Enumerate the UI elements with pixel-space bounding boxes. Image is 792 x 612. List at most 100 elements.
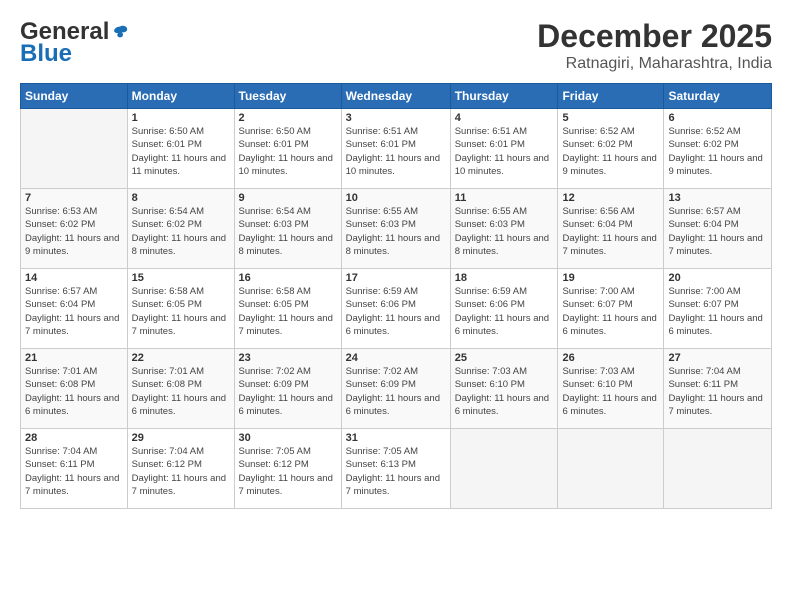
day-info: Sunrise: 6:53 AMSunset: 6:02 PMDaylight:… <box>25 205 123 258</box>
day-info: Sunrise: 6:54 AMSunset: 6:03 PMDaylight:… <box>239 205 337 258</box>
calendar-table: SundayMondayTuesdayWednesdayThursdayFrid… <box>20 83 772 509</box>
day-number: 25 <box>455 352 554 364</box>
day-info: Sunrise: 6:51 AMSunset: 6:01 PMDaylight:… <box>455 125 554 178</box>
day-number: 4 <box>455 112 554 124</box>
header: General Blue December 2025 Ratnagiri, Ma… <box>20 18 772 73</box>
day-number: 16 <box>239 272 337 284</box>
day-number: 20 <box>668 272 767 284</box>
calendar-cell: 17Sunrise: 6:59 AMSunset: 6:06 PMDayligh… <box>341 269 450 349</box>
calendar-cell: 22Sunrise: 7:01 AMSunset: 6:08 PMDayligh… <box>127 349 234 429</box>
calendar-cell: 26Sunrise: 7:03 AMSunset: 6:10 PMDayligh… <box>558 349 664 429</box>
calendar-subtitle: Ratnagiri, Maharashtra, India <box>537 55 772 73</box>
day-header: Sunday <box>21 84 128 109</box>
calendar-cell: 19Sunrise: 7:00 AMSunset: 6:07 PMDayligh… <box>558 269 664 349</box>
calendar-cell: 15Sunrise: 6:58 AMSunset: 6:05 PMDayligh… <box>127 269 234 349</box>
day-header: Friday <box>558 84 664 109</box>
day-number: 14 <box>25 272 123 284</box>
calendar-cell <box>558 429 664 509</box>
calendar-cell: 14Sunrise: 6:57 AMSunset: 6:04 PMDayligh… <box>21 269 128 349</box>
day-header: Tuesday <box>234 84 341 109</box>
day-number: 31 <box>346 432 446 444</box>
day-info: Sunrise: 6:57 AMSunset: 6:04 PMDaylight:… <box>668 205 767 258</box>
day-number: 23 <box>239 352 337 364</box>
day-number: 30 <box>239 432 337 444</box>
calendar-cell: 10Sunrise: 6:55 AMSunset: 6:03 PMDayligh… <box>341 189 450 269</box>
calendar-cell: 24Sunrise: 7:02 AMSunset: 6:09 PMDayligh… <box>341 349 450 429</box>
day-number: 24 <box>346 352 446 364</box>
calendar-cell: 7Sunrise: 6:53 AMSunset: 6:02 PMDaylight… <box>21 189 128 269</box>
calendar-cell: 27Sunrise: 7:04 AMSunset: 6:11 PMDayligh… <box>664 349 772 429</box>
day-info: Sunrise: 7:04 AMSunset: 6:12 PMDaylight:… <box>132 445 230 498</box>
day-info: Sunrise: 6:50 AMSunset: 6:01 PMDaylight:… <box>132 125 230 178</box>
day-info: Sunrise: 6:58 AMSunset: 6:05 PMDaylight:… <box>132 285 230 338</box>
day-info: Sunrise: 7:04 AMSunset: 6:11 PMDaylight:… <box>668 365 767 418</box>
day-number: 6 <box>668 112 767 124</box>
day-number: 22 <box>132 352 230 364</box>
day-number: 13 <box>668 192 767 204</box>
day-header: Thursday <box>450 84 558 109</box>
calendar-cell: 18Sunrise: 6:59 AMSunset: 6:06 PMDayligh… <box>450 269 558 349</box>
calendar-week-row: 28Sunrise: 7:04 AMSunset: 6:11 PMDayligh… <box>21 429 772 509</box>
day-info: Sunrise: 6:51 AMSunset: 6:01 PMDaylight:… <box>346 125 446 178</box>
calendar-cell: 9Sunrise: 6:54 AMSunset: 6:03 PMDaylight… <box>234 189 341 269</box>
day-number: 19 <box>562 272 659 284</box>
day-number: 5 <box>562 112 659 124</box>
day-header: Wednesday <box>341 84 450 109</box>
calendar-cell: 20Sunrise: 7:00 AMSunset: 6:07 PMDayligh… <box>664 269 772 349</box>
day-info: Sunrise: 7:05 AMSunset: 6:12 PMDaylight:… <box>239 445 337 498</box>
day-info: Sunrise: 7:05 AMSunset: 6:13 PMDaylight:… <box>346 445 446 498</box>
calendar-week-row: 21Sunrise: 7:01 AMSunset: 6:08 PMDayligh… <box>21 349 772 429</box>
calendar-cell: 11Sunrise: 6:55 AMSunset: 6:03 PMDayligh… <box>450 189 558 269</box>
day-number: 17 <box>346 272 446 284</box>
calendar-cell: 29Sunrise: 7:04 AMSunset: 6:12 PMDayligh… <box>127 429 234 509</box>
title-block: December 2025 Ratnagiri, Maharashtra, In… <box>537 18 772 73</box>
day-header: Monday <box>127 84 234 109</box>
day-info: Sunrise: 6:59 AMSunset: 6:06 PMDaylight:… <box>346 285 446 338</box>
calendar-cell: 13Sunrise: 6:57 AMSunset: 6:04 PMDayligh… <box>664 189 772 269</box>
calendar-cell: 28Sunrise: 7:04 AMSunset: 6:11 PMDayligh… <box>21 429 128 509</box>
calendar-cell <box>21 109 128 189</box>
day-number: 9 <box>239 192 337 204</box>
day-number: 15 <box>132 272 230 284</box>
day-info: Sunrise: 6:57 AMSunset: 6:04 PMDaylight:… <box>25 285 123 338</box>
day-number: 11 <box>455 192 554 204</box>
day-info: Sunrise: 7:01 AMSunset: 6:08 PMDaylight:… <box>25 365 123 418</box>
calendar-cell <box>664 429 772 509</box>
day-info: Sunrise: 7:02 AMSunset: 6:09 PMDaylight:… <box>346 365 446 418</box>
day-info: Sunrise: 6:55 AMSunset: 6:03 PMDaylight:… <box>346 205 446 258</box>
calendar-cell: 2Sunrise: 6:50 AMSunset: 6:01 PMDaylight… <box>234 109 341 189</box>
day-info: Sunrise: 6:55 AMSunset: 6:03 PMDaylight:… <box>455 205 554 258</box>
day-info: Sunrise: 7:00 AMSunset: 6:07 PMDaylight:… <box>668 285 767 338</box>
day-info: Sunrise: 6:54 AMSunset: 6:02 PMDaylight:… <box>132 205 230 258</box>
calendar-cell: 12Sunrise: 6:56 AMSunset: 6:04 PMDayligh… <box>558 189 664 269</box>
calendar-week-row: 14Sunrise: 6:57 AMSunset: 6:04 PMDayligh… <box>21 269 772 349</box>
day-info: Sunrise: 6:52 AMSunset: 6:02 PMDaylight:… <box>562 125 659 178</box>
day-info: Sunrise: 7:03 AMSunset: 6:10 PMDaylight:… <box>562 365 659 418</box>
calendar-week-row: 7Sunrise: 6:53 AMSunset: 6:02 PMDaylight… <box>21 189 772 269</box>
day-number: 8 <box>132 192 230 204</box>
day-info: Sunrise: 7:02 AMSunset: 6:09 PMDaylight:… <box>239 365 337 418</box>
day-number: 21 <box>25 352 123 364</box>
calendar-cell: 30Sunrise: 7:05 AMSunset: 6:12 PMDayligh… <box>234 429 341 509</box>
calendar-cell: 5Sunrise: 6:52 AMSunset: 6:02 PMDaylight… <box>558 109 664 189</box>
day-info: Sunrise: 6:52 AMSunset: 6:02 PMDaylight:… <box>668 125 767 178</box>
day-info: Sunrise: 6:59 AMSunset: 6:06 PMDaylight:… <box>455 285 554 338</box>
day-number: 7 <box>25 192 123 204</box>
calendar-cell: 31Sunrise: 7:05 AMSunset: 6:13 PMDayligh… <box>341 429 450 509</box>
day-header: Saturday <box>664 84 772 109</box>
header-row: SundayMondayTuesdayWednesdayThursdayFrid… <box>21 84 772 109</box>
calendar-cell: 4Sunrise: 6:51 AMSunset: 6:01 PMDaylight… <box>450 109 558 189</box>
day-info: Sunrise: 7:00 AMSunset: 6:07 PMDaylight:… <box>562 285 659 338</box>
day-number: 18 <box>455 272 554 284</box>
day-number: 10 <box>346 192 446 204</box>
day-number: 28 <box>25 432 123 444</box>
day-number: 27 <box>668 352 767 364</box>
day-info: Sunrise: 6:50 AMSunset: 6:01 PMDaylight:… <box>239 125 337 178</box>
day-number: 3 <box>346 112 446 124</box>
calendar-cell: 3Sunrise: 6:51 AMSunset: 6:01 PMDaylight… <box>341 109 450 189</box>
day-info: Sunrise: 7:03 AMSunset: 6:10 PMDaylight:… <box>455 365 554 418</box>
day-info: Sunrise: 6:56 AMSunset: 6:04 PMDaylight:… <box>562 205 659 258</box>
day-info: Sunrise: 6:58 AMSunset: 6:05 PMDaylight:… <box>239 285 337 338</box>
calendar-cell: 16Sunrise: 6:58 AMSunset: 6:05 PMDayligh… <box>234 269 341 349</box>
day-number: 2 <box>239 112 337 124</box>
